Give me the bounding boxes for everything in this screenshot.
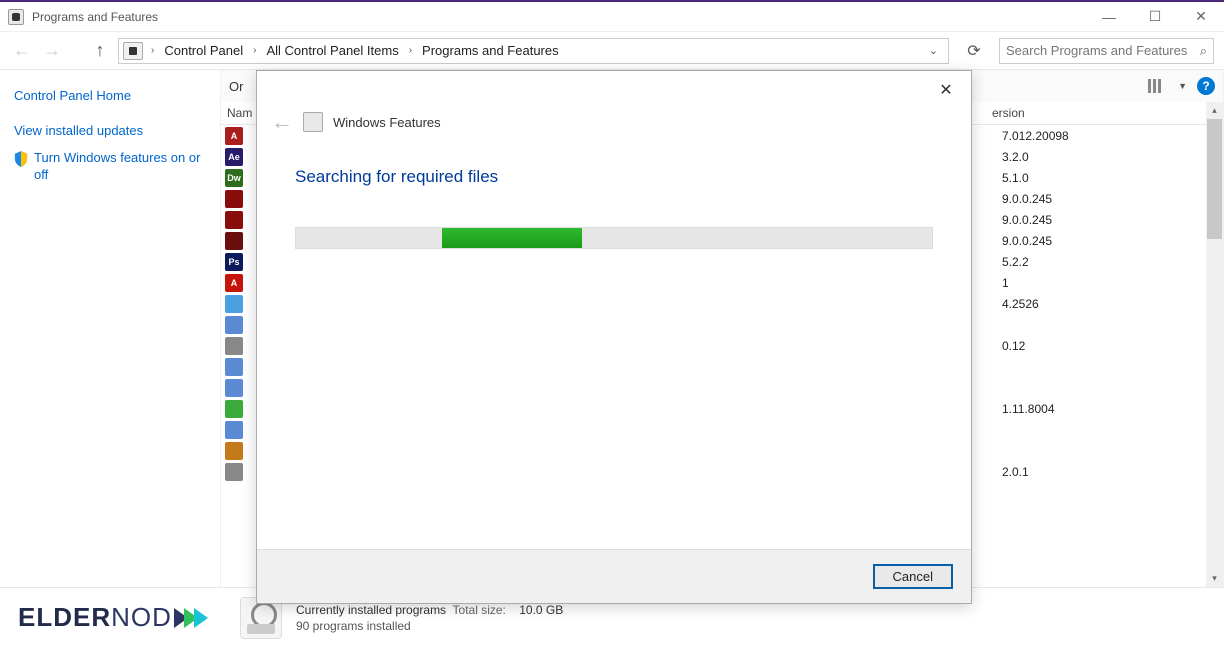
program-icon [225, 211, 243, 229]
refresh-button[interactable]: ⟳ [959, 38, 989, 64]
logo-triangles-icon [174, 608, 208, 628]
program-icon [225, 337, 243, 355]
progress-bar [295, 227, 933, 249]
program-icon [225, 421, 243, 439]
windows-features-modal: ✕ ← Windows Features Searching for requi… [256, 70, 972, 604]
program-icon [225, 295, 243, 313]
close-button[interactable]: ✕ [1178, 2, 1224, 32]
back-arrow-icon[interactable]: ← [10, 39, 34, 63]
view-mode-icon[interactable] [1148, 78, 1168, 94]
status-summary: Currently installed programs Total size:… [296, 603, 563, 617]
program-icon [225, 379, 243, 397]
program-icon [225, 232, 243, 250]
modal-title: Windows Features [333, 115, 441, 130]
up-arrow-icon[interactable]: ↑ [88, 39, 112, 63]
window-title: Programs and Features [32, 10, 1086, 24]
program-icon [225, 316, 243, 334]
eldernode-logo: ELDERNOD [18, 602, 208, 633]
breadcrumb-item[interactable]: All Control Panel Items [262, 43, 402, 58]
navbar: ← → ↑ › Control Panel › All Control Pane… [0, 32, 1224, 70]
breadcrumb[interactable]: › Control Panel › All Control Panel Item… [118, 38, 949, 64]
program-icon: Ae [225, 148, 243, 166]
program-icon: Ps [225, 253, 243, 271]
program-icon: A [225, 274, 243, 292]
program-version: 9.0.0.245 [996, 213, 1206, 227]
sidebar-link-home[interactable]: Control Panel Home [14, 88, 206, 103]
window-controls: — ☐ ✕ [1086, 2, 1224, 32]
chevron-icon: › [249, 45, 260, 56]
program-icon [225, 400, 243, 418]
program-icon [225, 463, 243, 481]
titlebar: Programs and Features — ☐ ✕ [0, 2, 1224, 32]
search-icon[interactable]: ⌕ [1200, 43, 1207, 59]
shield-icon [14, 151, 28, 167]
scrollbar[interactable]: ▴ ▾ [1206, 102, 1223, 587]
program-version: 1 [996, 276, 1206, 290]
sidebar-link-updates[interactable]: View installed updates [14, 123, 206, 138]
maximize-button[interactable]: ☐ [1132, 2, 1178, 32]
forward-arrow-icon[interactable]: → [40, 39, 64, 63]
app-icon [8, 9, 24, 25]
scroll-up-icon[interactable]: ▴ [1206, 102, 1223, 119]
chevron-down-icon[interactable]: ▼ [1178, 81, 1187, 91]
help-icon[interactable]: ? [1197, 77, 1215, 95]
program-version: 1.11.8004 [996, 402, 1206, 416]
breadcrumb-item[interactable]: Control Panel [160, 43, 247, 58]
search-box[interactable]: ⌕ [999, 38, 1214, 64]
sidebar-item-label: Turn Windows features on or off [34, 150, 206, 184]
dropdown-caret-icon[interactable]: ⌄ [929, 44, 938, 57]
program-icon: A [225, 127, 243, 145]
program-version: 4.2526 [996, 297, 1206, 311]
windows-features-icon [303, 112, 323, 132]
modal-back-icon: ← [271, 109, 293, 135]
breadcrumb-icon [123, 42, 143, 60]
breadcrumb-item[interactable]: Programs and Features [418, 43, 563, 58]
status-count: 90 programs installed [296, 619, 563, 633]
program-version: 5.1.0 [996, 171, 1206, 185]
program-icon [225, 442, 243, 460]
sidebar-link-features[interactable]: Turn Windows features on or off [14, 150, 206, 184]
organize-button[interactable]: Or [229, 79, 243, 94]
program-icon: Dw [225, 169, 243, 187]
chevron-icon: › [147, 45, 158, 56]
program-version: 0.12 [996, 339, 1206, 353]
scrollbar-thumb[interactable] [1207, 119, 1222, 239]
column-version[interactable]: ersion [986, 102, 1206, 124]
program-icon [225, 190, 243, 208]
program-version: 7.012.20098 [996, 129, 1206, 143]
program-version: 9.0.0.245 [996, 192, 1206, 206]
minimize-button[interactable]: — [1086, 2, 1132, 32]
program-icon [225, 358, 243, 376]
program-version: 5.2.2 [996, 255, 1206, 269]
program-version: 3.2.0 [996, 150, 1206, 164]
modal-close-button[interactable]: ✕ [931, 75, 961, 105]
scroll-down-icon[interactable]: ▾ [1206, 570, 1223, 587]
progress-fill [442, 228, 582, 248]
chevron-icon: › [405, 45, 416, 56]
program-version: 9.0.0.245 [996, 234, 1206, 248]
modal-heading: Searching for required files [295, 167, 933, 187]
sidebar: Control Panel Home View installed update… [0, 70, 220, 587]
cancel-button[interactable]: Cancel [873, 564, 953, 589]
search-input[interactable] [1006, 43, 1200, 58]
program-version: 2.0.1 [996, 465, 1206, 479]
